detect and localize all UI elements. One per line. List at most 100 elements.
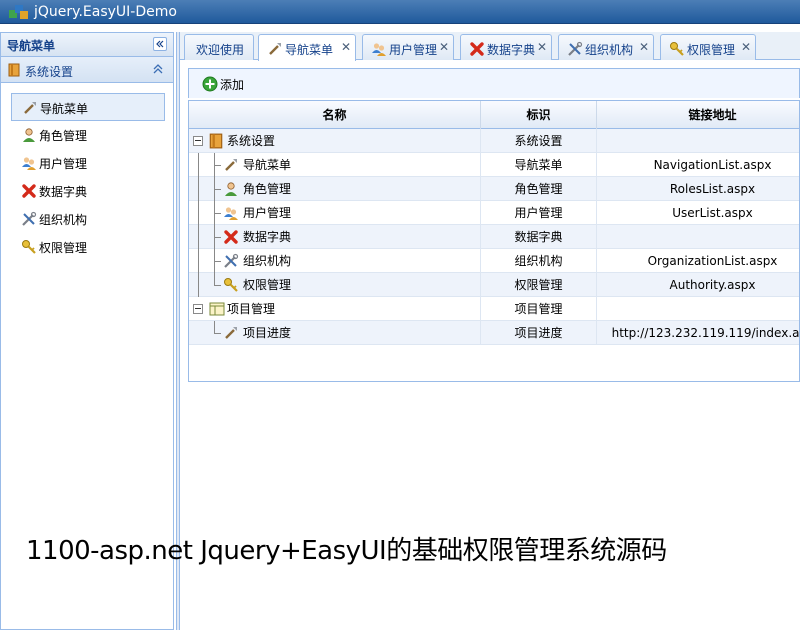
tree-line <box>209 153 221 177</box>
tab-close-icon[interactable]: ✕ <box>537 40 547 54</box>
nav-menu-list: 导航菜单 角色管理 用户管理 数据字典 组织机构 权限管理 <box>1 93 173 261</box>
tree-line <box>209 201 221 225</box>
row-name: 系统设置 <box>227 134 276 148</box>
cell-url: UserList.aspx <box>597 201 799 225</box>
west-panel-title: 导航菜单 <box>7 39 56 53</box>
key-icon <box>224 278 238 292</box>
table-icon <box>209 302 225 316</box>
row-name: 角色管理 <box>243 182 292 196</box>
nav-item-label: 角色管理 <box>39 129 88 143</box>
column-header-url[interactable]: 链接地址 <box>597 101 799 129</box>
column-header-name[interactable]: 名称 <box>189 101 481 129</box>
add-icon <box>202 76 218 92</box>
nav-item-label: 权限管理 <box>39 241 88 255</box>
users-icon <box>22 157 36 170</box>
collapse-node-icon[interactable] <box>193 304 203 314</box>
cell-code: 系统设置 <box>481 129 597 153</box>
tab-user-management[interactable]: 用户管理 ✕ <box>362 34 454 60</box>
nav-item-navigation-menu[interactable]: 导航菜单 <box>11 93 165 121</box>
nav-item-data-dictionary[interactable]: 数据字典 <box>11 177 165 205</box>
cell-name: 组织机构 <box>189 249 481 273</box>
tab-label: 数据字典 <box>487 43 536 57</box>
tab-close-icon[interactable]: ✕ <box>639 40 649 54</box>
row-name: 导航菜单 <box>243 158 292 172</box>
tree-line <box>193 225 205 249</box>
tree-line <box>209 177 221 201</box>
watermark-caption: 1100-asp.net Jquery+EasyUI的基础权限管理系统源码 <box>26 536 667 566</box>
tab-data-dictionary[interactable]: 数据字典 ✕ <box>460 34 552 60</box>
column-header-code[interactable]: 标识 <box>481 101 597 129</box>
grid-toolbar: 添加 <box>188 68 800 98</box>
tools-icon <box>224 253 239 268</box>
users-icon <box>372 43 386 56</box>
tabs-bar: 欢迎使用 导航菜单 ✕ 用户管理 ✕ 数据字典 ✕ 组织机构 ✕ 权限管理 ✕ <box>180 32 800 61</box>
table-row[interactable]: 组织机构 组织机构 OrganizationList.aspx <box>189 249 799 273</box>
cell-url: http://123.232.119.119/index.asp <box>597 321 799 345</box>
double-chevron-left-icon <box>156 40 164 48</box>
wrench-icon <box>24 102 36 114</box>
cell-name: 系统设置 <box>189 129 481 153</box>
tree-line <box>193 273 205 297</box>
tools-icon <box>568 41 583 56</box>
tab-label: 用户管理 <box>389 43 438 57</box>
tab-label: 欢迎使用 <box>196 43 245 57</box>
collapse-west-button[interactable] <box>153 37 167 51</box>
table-row[interactable]: 数据字典 数据字典 <box>189 225 799 249</box>
key-icon <box>670 42 684 56</box>
tab-close-icon[interactable]: ✕ <box>341 40 351 54</box>
table-row[interactable]: 系统设置 系统设置 <box>189 129 799 153</box>
table-row[interactable]: 项目进度 项目进度 http://123.232.119.119/index.a… <box>189 321 799 345</box>
menu-tree-grid: 名称 标识 链接地址 系统设置 系统设置 导航菜单 导航菜单 Navigatio… <box>188 100 800 382</box>
cell-name: 项目管理 <box>189 297 481 321</box>
cell-code: 用户管理 <box>481 201 597 225</box>
table-row[interactable]: 权限管理 权限管理 Authority.aspx <box>189 273 799 297</box>
cell-code: 导航菜单 <box>481 153 597 177</box>
tab-close-icon[interactable]: ✕ <box>439 40 449 54</box>
nav-item-user-management[interactable]: 用户管理 <box>11 149 165 177</box>
red-x-icon <box>470 42 484 56</box>
row-name: 项目管理 <box>227 302 276 316</box>
tree-line <box>209 225 221 249</box>
cell-name: 数据字典 <box>189 225 481 249</box>
nav-item-organization[interactable]: 组织机构 <box>11 205 165 233</box>
tree-line <box>209 273 221 297</box>
nav-item-label: 组织机构 <box>39 213 88 227</box>
nav-item-label: 用户管理 <box>39 157 88 171</box>
nav-item-permission[interactable]: 权限管理 <box>11 233 165 261</box>
grid-header: 名称 标识 链接地址 <box>189 101 799 129</box>
tab-close-icon[interactable]: ✕ <box>741 40 751 54</box>
cell-name: 导航菜单 <box>189 153 481 177</box>
tab-navigation-menu[interactable]: 导航菜单 ✕ <box>258 34 356 61</box>
cell-code: 数据字典 <box>481 225 597 249</box>
cell-code: 项目管理 <box>481 297 597 321</box>
cell-url <box>597 297 799 321</box>
collapse-node-icon[interactable] <box>193 136 203 146</box>
cell-url: Authority.aspx <box>597 273 799 297</box>
nav-item-label: 导航菜单 <box>40 102 89 116</box>
tree-line <box>193 153 205 177</box>
tab-label: 组织机构 <box>585 43 634 57</box>
add-button-label: 添加 <box>220 78 245 92</box>
cell-name: 项目进度 <box>189 321 481 345</box>
tree-line <box>193 201 205 225</box>
table-row[interactable]: 用户管理 用户管理 UserList.aspx <box>189 201 799 225</box>
user-icon <box>23 128 35 142</box>
cell-code: 角色管理 <box>481 177 597 201</box>
west-panel-header: 导航菜单 <box>1 33 173 57</box>
cell-code: 权限管理 <box>481 273 597 297</box>
folder-icon <box>8 63 20 77</box>
tab-welcome[interactable]: 欢迎使用 <box>184 34 254 60</box>
tab-permission[interactable]: 权限管理 ✕ <box>660 34 756 60</box>
tree-line <box>193 177 205 201</box>
wrench-icon <box>225 159 237 171</box>
accordion-header-system[interactable]: 系统设置 <box>1 57 173 83</box>
table-row[interactable]: 角色管理 角色管理 RolesList.aspx <box>189 177 799 201</box>
row-name: 组织机构 <box>243 254 292 268</box>
tab-organization[interactable]: 组织机构 ✕ <box>558 34 654 60</box>
double-chevron-up-icon[interactable] <box>151 62 165 76</box>
nav-item-role-management[interactable]: 角色管理 <box>11 121 165 149</box>
row-name: 数据字典 <box>243 230 292 244</box>
tab-label: 导航菜单 <box>285 43 334 57</box>
table-row[interactable]: 导航菜单 导航菜单 NavigationList.aspx <box>189 153 799 177</box>
table-row[interactable]: 项目管理 项目管理 <box>189 297 799 321</box>
